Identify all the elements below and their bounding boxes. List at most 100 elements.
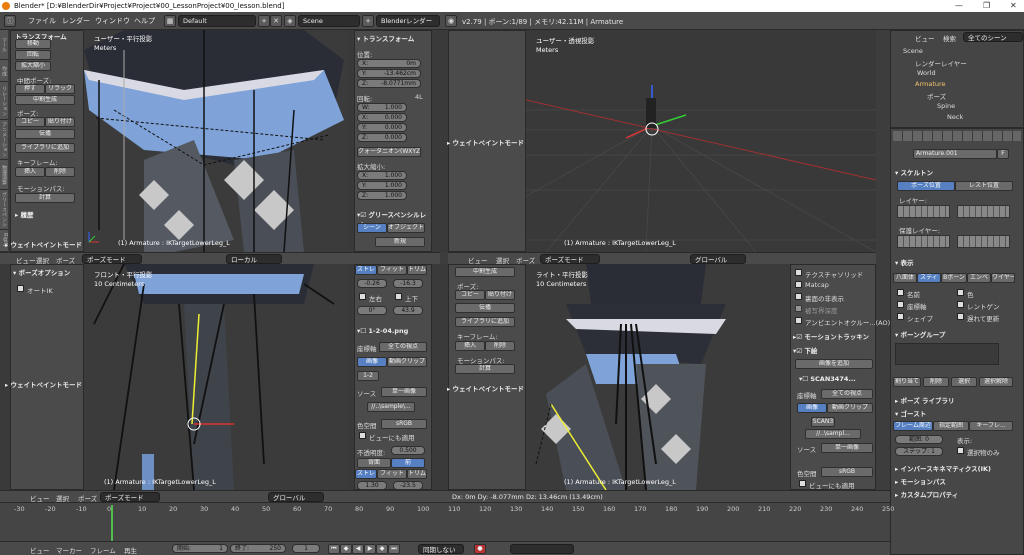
scan-source-select[interactable]: 単一画像 [821, 443, 873, 453]
stick-button[interactable]: スティ [917, 273, 941, 283]
opacity-field[interactable]: 0.500 [391, 446, 425, 455]
skeleton-header[interactable]: ▾ スケルトン [895, 167, 933, 177]
outliner-item-renderlayers[interactable]: レンダーレイヤー [915, 58, 967, 68]
background-images-header[interactable]: ▾☑ 下絵 [793, 345, 817, 355]
shapes-checkbox[interactable] [897, 313, 904, 320]
colors-checkbox[interactable] [957, 289, 964, 296]
outliner-item-armature[interactable]: Armature [915, 80, 946, 88]
layout-icon[interactable]: ▦ [164, 15, 176, 27]
location-y-field[interactable]: Y: -13.462cm [357, 69, 421, 78]
envelope-button[interactable]: エンベ [967, 273, 991, 283]
ao-checkbox[interactable] [795, 317, 802, 324]
minimize-button[interactable]: — [955, 0, 963, 12]
deselect-group-button[interactable]: 選択解除 [979, 377, 1013, 387]
colorspace-select[interactable]: sRGB [381, 419, 427, 429]
paste-pose-button[interactable]: 貼り付け [45, 117, 75, 127]
location-z-field[interactable]: Z: -8.0771mm [357, 79, 421, 88]
delay-refresh-checkbox[interactable] [957, 313, 964, 320]
fit-button[interactable]: フィット [377, 265, 407, 275]
remove-group-button[interactable]: 削除 [923, 377, 949, 387]
ik-header[interactable]: ▸ インバースキネマティクス(IK) [895, 463, 991, 473]
vp4-copy-button[interactable]: コピー [455, 290, 485, 300]
tab-tools[interactable]: ツール [0, 30, 8, 60]
transform-header[interactable]: ▾ トランスフォーム [357, 33, 414, 43]
scan-movie-button[interactable]: 動画クリップ [827, 403, 873, 413]
keying-set-select[interactable] [510, 544, 574, 554]
image-entry-header[interactable]: ▾☐ 1-2-04.png [357, 327, 408, 335]
wire-button[interactable]: ワイヤー [991, 273, 1015, 283]
ghost-step-field[interactable]: ステップ: 1 [895, 447, 943, 456]
rotation-mode-select[interactable]: クォータニオン(WXYZ) [357, 147, 421, 157]
vp4-library-button[interactable]: ライブラリに追加 [455, 317, 515, 327]
scale-y-field[interactable]: Y: 1.000 [357, 181, 407, 190]
axis-select[interactable]: 全ての視点 [379, 342, 427, 352]
weightpaint-operator[interactable]: ▸ ウェイトペイントモード [5, 239, 82, 249]
sync-mode-select[interactable]: 同期しない [418, 544, 464, 554]
insert-keyframe-button[interactable]: 挿入 [15, 167, 45, 177]
add-to-library-button[interactable]: ライブラリに追加 [15, 143, 75, 153]
tab-greasepencil[interactable]: グリースペンシル [0, 190, 8, 230]
movie-clip-button[interactable]: 動画クリップ [387, 357, 427, 367]
bonegroups-header[interactable]: ▾ ボーングループ [895, 329, 945, 339]
remove-layout-button[interactable]: ✕ [270, 15, 282, 27]
vp4-delete-button[interactable]: 削除 [485, 341, 515, 351]
timeline-marker-menu[interactable]: マーカー [56, 545, 82, 555]
protected-layers-grid-a[interactable] [897, 235, 950, 248]
push-button[interactable]: 押す [15, 84, 45, 94]
outliner-item-scene[interactable]: Scene [903, 47, 923, 55]
start-frame-field[interactable]: 開始: 1 [172, 544, 228, 553]
menu-window[interactable]: ウィンドウ [95, 16, 130, 26]
play-reverse-icon[interactable]: ◀ [352, 544, 364, 554]
flip-x-checkbox[interactable] [359, 293, 366, 300]
vp3-mode-select[interactable]: ポーズモード [100, 492, 160, 502]
tab-create[interactable]: 作成 [0, 60, 8, 82]
protected-layers-grid-b[interactable] [957, 235, 1010, 248]
gp-new-button[interactable]: 新規 [375, 237, 425, 247]
vp4-breakdown-button[interactable]: 中割生成 [455, 267, 515, 277]
current-frame-field[interactable]: 1 [292, 544, 320, 553]
scan-filepath-field[interactable]: //..\sampl... [805, 429, 861, 439]
timeline-playback-menu[interactable]: 再生 [124, 545, 137, 555]
source-select[interactable]: 単一画像 [381, 387, 427, 397]
rotate-button[interactable]: 回転 [15, 50, 51, 60]
vp2-weightpaint-operator[interactable]: ▸ ウェイトペイントモード [447, 137, 524, 147]
propagate-button[interactable]: 伝播 [15, 129, 75, 139]
prev-key-icon[interactable]: ◆ [340, 544, 352, 554]
bonegroups-list[interactable] [895, 343, 999, 365]
axes-checkbox[interactable] [897, 301, 904, 308]
vp4-insert-button[interactable]: 挿入 [455, 341, 485, 351]
rest-position-button[interactable]: レスト位置 [955, 181, 1013, 191]
scan-browse-button[interactable]: SCAN3 [811, 417, 835, 427]
timeline-frame-menu[interactable]: フレーム [90, 545, 116, 555]
properties-context-tabs[interactable] [893, 131, 1021, 141]
rotation-z-field[interactable]: Z: 0.000 [357, 133, 407, 142]
vp2-mode-select[interactable]: ポーズモード [540, 254, 600, 264]
current-frame-indicator[interactable] [111, 505, 113, 541]
calculate-button[interactable]: 計算 [15, 193, 75, 203]
move-button[interactable]: 移動 [15, 39, 51, 49]
bone-layers-grid-b[interactable] [957, 205, 1010, 218]
vp3-orientation-select[interactable]: グローバル [268, 492, 324, 502]
vp1-mode-select[interactable]: ポーズモード [82, 254, 142, 264]
filepath-field[interactable]: //..\sample\... [367, 402, 415, 412]
image-source-button[interactable]: 画像 [357, 357, 387, 367]
trim2-button[interactable]: トリム [407, 469, 427, 479]
viewport-top-right[interactable]: ユーザー・透視投影 Meters (1) Armature : IKTarget… [526, 30, 876, 252]
delete-keyframe-button[interactable]: 削除 [45, 167, 75, 177]
ghost-around-button[interactable]: フレーム周辺 [893, 421, 933, 431]
add-scene-button[interactable]: + [362, 15, 374, 27]
poselib-header[interactable]: ▸ ポーズ ライブラリ [895, 395, 954, 405]
vp4-weightpaint-operator[interactable]: ▸ ウェイトペイントモード [447, 383, 524, 393]
history-section[interactable]: ▸ 履歴 [15, 209, 34, 219]
tab-relations[interactable]: リレーション [0, 82, 8, 120]
menu-render[interactable]: レンダー [62, 16, 90, 26]
motiontracking-header[interactable]: ▸☑ モーショントラッキン [793, 331, 869, 341]
scale-x-field[interactable]: X: 1.000 [357, 171, 407, 180]
gp-scene-button[interactable]: シーン [357, 223, 387, 233]
ghost-range-field[interactable]: 範囲: 0 [895, 435, 943, 444]
view-transform-checkbox[interactable] [359, 432, 366, 439]
outliner-item-spine[interactable]: Spine [937, 102, 955, 110]
offset2-y-field[interactable]: -23.5 [393, 481, 423, 490]
viewport-bottom-left[interactable]: フロント・平行投影 10 Centimeters (1) Armature : … [84, 264, 348, 490]
matcap-checkbox[interactable] [795, 281, 802, 288]
